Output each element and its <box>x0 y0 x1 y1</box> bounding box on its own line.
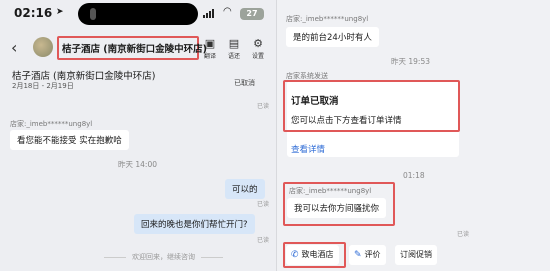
shop-sender-label: 店家:_imeb******ung8yl <box>286 15 369 23</box>
gear-icon: ⚙ <box>253 37 263 50</box>
subscribe-promo-label: 订阅促销 <box>400 250 432 259</box>
hotel-card-name[interactable]: 桔子酒店 (南京新街口金陵中环店) <box>12 68 155 82</box>
settings-button[interactable]: ⚙ 设置 <box>249 37 267 61</box>
message-bubble: 我可以去你方间骚扰你 <box>287 198 387 218</box>
wifi-icon: ◠ <box>223 6 232 17</box>
right-chat-panel: 店家:_imeb******ung8yl 是的前台24小时有人 昨天 19:53… <box>277 0 550 271</box>
back-icon[interactable]: ‹ <box>11 38 17 57</box>
shop-sender-label: 店家:_imeb******ung8yl <box>10 120 93 128</box>
hotel-card-dates: 2月18日 - 2月19日 <box>12 82 74 90</box>
order-card-title: 订单已取消 <box>291 96 339 107</box>
battery-indicator: 27 <box>240 8 264 20</box>
translate-button[interactable]: ▣ 翻译 <box>201 37 219 61</box>
read-receipt: 已读 <box>257 103 270 110</box>
location-arrow-icon: ➤ <box>56 7 64 17</box>
read-receipt: 已读 <box>257 237 270 244</box>
call-hotel-label: 致电酒店 <box>301 250 334 259</box>
translate-icon: ▣ <box>204 37 216 50</box>
subscribe-promo-button[interactable]: 订阅促销 <box>395 245 437 265</box>
my-message-bubble: 可以的 <box>225 179 265 199</box>
view-details-link[interactable]: 查看详情 <box>291 143 325 155</box>
document-button[interactable]: ▤ 语还 <box>225 37 243 61</box>
read-receipt: 已读 <box>257 201 270 208</box>
review-button[interactable]: ✎ 评价 <box>349 245 386 265</box>
document-icon: ▤ <box>228 37 240 50</box>
message-time: 昨天 14:00 <box>118 160 157 169</box>
signal-icon <box>203 9 217 18</box>
message-time: 01:18 <box>403 171 425 180</box>
shop-sender-label: 店家:_imeb******ung8yl <box>289 187 372 195</box>
settings-label: 设置 <box>251 53 264 60</box>
hotel-avatar[interactable] <box>33 37 53 57</box>
translate-label: 翻译 <box>203 53 216 60</box>
my-message-bubble: 回来的晚也是你们帮忙开门? <box>134 214 255 234</box>
welcome-back-note: 欢迎回来，继续咨询 <box>98 252 229 262</box>
order-card-description: 您可以点击下方查看订单详情 <box>291 116 402 126</box>
document-label: 语还 <box>227 53 240 60</box>
message-time: 昨天 19:53 <box>391 57 430 66</box>
read-receipt: 已读 <box>457 231 470 238</box>
island-indicator <box>90 8 96 20</box>
left-chat-panel: 02:16 ➤ ◠ 27 ‹ 桔子酒店 (南京新街口金陵中环店) ▣ 翻译 ▤ … <box>0 0 277 271</box>
review-label: 评价 <box>364 250 381 259</box>
page-title[interactable]: 桔子酒店 (南京新街口金陵中环店) <box>62 41 207 55</box>
call-hotel-button[interactable]: ✆ 致电酒店 <box>286 245 339 265</box>
review-icon: ✎ <box>354 250 362 260</box>
status-time: 02:16 <box>14 6 53 20</box>
message-bubble: 看您能不能接受 实在抱歉哈 <box>10 130 129 150</box>
hotel-card-status: 已取消 <box>234 79 255 87</box>
message-bubble: 是的前台24小时有人 <box>286 27 379 47</box>
phone-icon: ✆ <box>291 250 299 260</box>
dynamic-island <box>78 3 198 25</box>
